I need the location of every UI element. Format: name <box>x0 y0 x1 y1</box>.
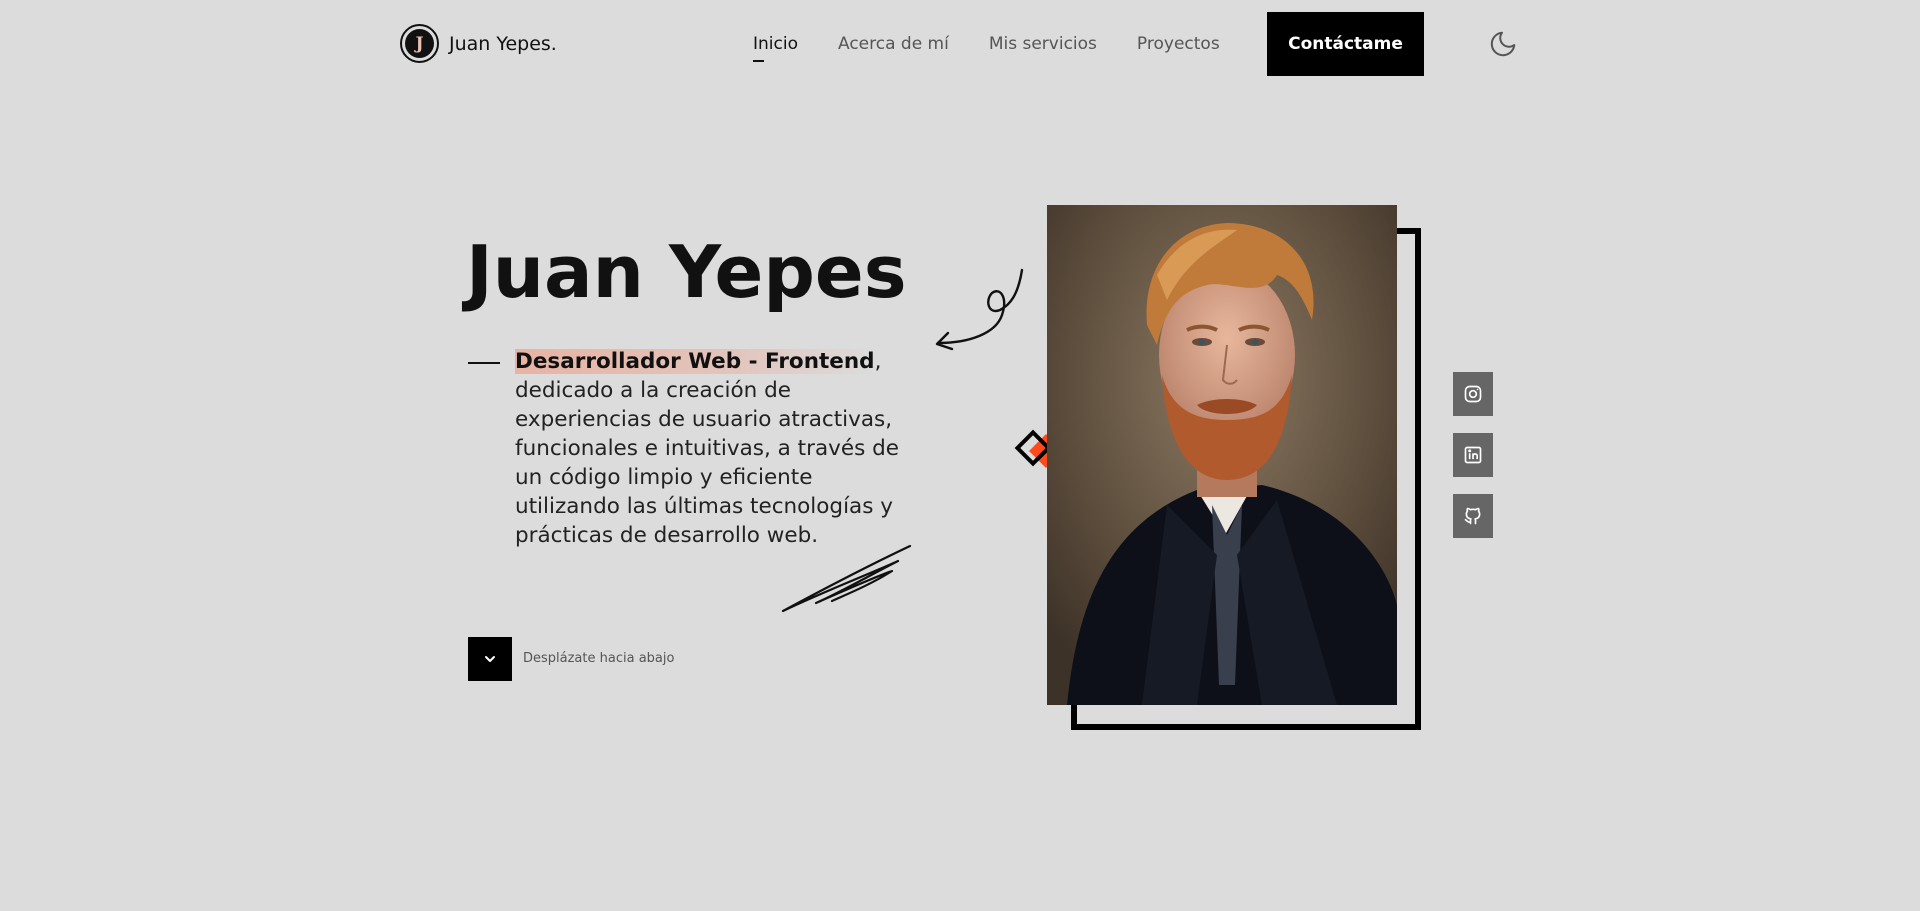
hero-title: Juan Yepes <box>466 230 907 314</box>
contact-button[interactable]: Contáctame <box>1267 12 1424 76</box>
main-nav: Inicio Acerca de mí Mis servicios Proyec… <box>753 0 1260 88</box>
nav-item-servicios[interactable]: Mis servicios <box>989 34 1097 54</box>
profile-photo <box>1047 205 1397 705</box>
instagram-link[interactable] <box>1453 372 1493 416</box>
curly-arrow-decoration <box>935 268 1024 351</box>
hero-dash <box>468 362 500 364</box>
portrait-illustration <box>1047 205 1397 705</box>
nav-item-inicio[interactable]: Inicio <box>753 34 798 62</box>
github-link[interactable] <box>1453 494 1493 538</box>
hero-role: Desarrollador Web - Frontend <box>515 349 875 374</box>
hero-description-text: , dedicado a la creación de experiencias… <box>515 349 899 548</box>
brand-initial: J <box>405 29 434 58</box>
moon-icon <box>1490 31 1516 57</box>
theme-toggle-button[interactable] <box>1488 29 1518 59</box>
linkedin-link[interactable] <box>1453 433 1493 477</box>
scroll-down-button[interactable] <box>468 637 512 681</box>
nav-item-proyectos[interactable]: Proyectos <box>1137 34 1220 54</box>
scroll-down-label: Desplázate hacia abajo <box>523 651 675 666</box>
chevron-down-icon <box>485 656 495 662</box>
linkedin-icon <box>1464 446 1482 464</box>
github-icon <box>1464 507 1481 525</box>
scribble-decoration <box>781 544 912 613</box>
nav-item-acerca[interactable]: Acerca de mí <box>838 34 949 54</box>
brand-logo: J <box>400 24 439 63</box>
brand-name: Juan Yepes. <box>449 32 557 55</box>
hero-description: Desarrollador Web - Frontend, dedicado a… <box>515 347 915 550</box>
instagram-icon <box>1464 385 1482 403</box>
brand[interactable]: J Juan Yepes. <box>400 24 557 63</box>
